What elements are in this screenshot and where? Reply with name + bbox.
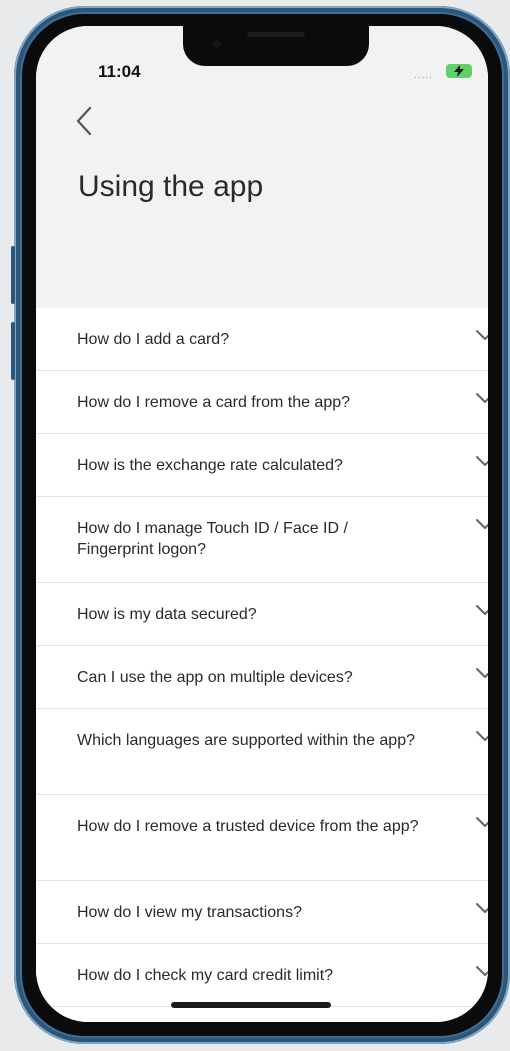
volume-down-button bbox=[11, 322, 15, 380]
chevron-down-icon bbox=[476, 605, 488, 615]
chevron-down-icon bbox=[476, 456, 488, 466]
faq-question: How do I remove a card from the app? bbox=[77, 394, 351, 411]
faq-question: Which languages are supported within the… bbox=[77, 732, 415, 749]
front-camera bbox=[213, 40, 221, 48]
faq-item[interactable]: How is the exchange rate calculated? bbox=[36, 434, 488, 497]
faq-list: How do I add a card? How do I remove a c… bbox=[36, 308, 488, 1022]
faq-question: How do I add a card? bbox=[77, 331, 230, 348]
faq-item[interactable]: How do I manage Touch ID / Face ID / Fin… bbox=[36, 497, 488, 583]
faq-question: How do I remove a trusted device from th… bbox=[77, 818, 419, 835]
faq-item[interactable]: Can I use the app on multiple devices? bbox=[36, 646, 488, 709]
cellular-signal-icon: ..... bbox=[414, 70, 433, 81]
phone-bezel: 11:04 ..... Using the app How do I add a… bbox=[22, 14, 502, 1036]
faq-item[interactable]: How do I add a card? bbox=[36, 308, 488, 371]
faq-question: Can I use the app on multiple devices? bbox=[77, 669, 353, 686]
chevron-down-icon bbox=[476, 519, 488, 529]
chevron-down-icon bbox=[476, 330, 488, 340]
phone-frame: 11:04 ..... Using the app How do I add a… bbox=[11, 6, 510, 1044]
faq-item[interactable]: How do I remove a card from the app? bbox=[36, 371, 488, 434]
volume-up-button bbox=[11, 246, 15, 304]
faq-question: How do I check my card credit limit? bbox=[77, 967, 334, 984]
chevron-left-icon bbox=[76, 106, 92, 136]
faq-item[interactable]: How do I check my card credit limit? bbox=[36, 944, 488, 1007]
chevron-down-icon bbox=[476, 731, 488, 741]
status-time: 11:04 bbox=[98, 62, 141, 81]
faq-question: How do I view my transactions? bbox=[77, 904, 302, 921]
home-indicator[interactable] bbox=[171, 1002, 331, 1008]
notch bbox=[183, 26, 369, 66]
chevron-down-icon bbox=[476, 393, 488, 403]
faq-item[interactable]: How is my data secured? bbox=[36, 583, 488, 646]
page-title: Using the app bbox=[78, 170, 264, 203]
back-button[interactable] bbox=[72, 104, 96, 138]
faq-question: How is my data secured? bbox=[77, 606, 257, 623]
faq-item[interactable]: Which languages are supported within the… bbox=[36, 709, 488, 795]
chevron-down-icon bbox=[476, 817, 488, 827]
app-screen: 11:04 ..... Using the app How do I add a… bbox=[36, 26, 488, 1022]
faq-question: How is the exchange rate calculated? bbox=[77, 457, 343, 474]
faq-item[interactable]: How do I view my transactions? bbox=[36, 881, 488, 944]
faq-question: How do I manage Touch ID / Face ID / Fin… bbox=[77, 520, 348, 558]
faq-item[interactable]: How do I remove a trusted device from th… bbox=[36, 795, 488, 881]
battery-charging-icon bbox=[446, 64, 472, 78]
chevron-down-icon bbox=[476, 903, 488, 913]
page-header: 11:04 ..... Using the app bbox=[36, 26, 488, 308]
chevron-down-icon bbox=[476, 668, 488, 678]
speaker-grille bbox=[247, 32, 305, 37]
chevron-down-icon bbox=[476, 966, 488, 976]
